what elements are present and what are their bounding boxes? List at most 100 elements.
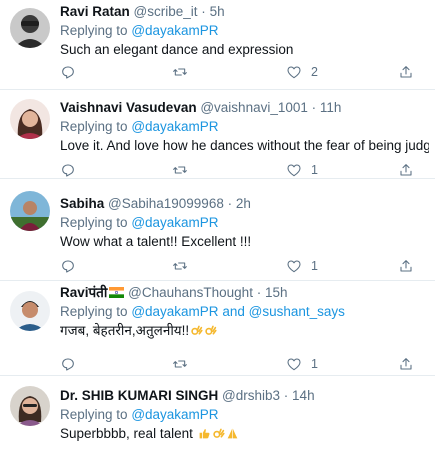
share-icon	[400, 66, 412, 78]
like-button[interactable]: 2	[286, 62, 318, 82]
author-name[interactable]: Raviपंती	[60, 285, 107, 300]
reply-button[interactable]	[60, 160, 85, 180]
avatar-image	[10, 8, 50, 48]
author-handle[interactable]: @ChauhansThought	[128, 285, 253, 300]
reply-button[interactable]	[60, 62, 85, 82]
tweet-actions: 1	[60, 256, 420, 276]
folded-hands-emoji-icon	[227, 428, 237, 439]
tweet[interactable]: Ravi Ratan @scribe_it · 5h Replying to @…	[0, 0, 435, 90]
author-handle[interactable]: @drshib3	[222, 388, 280, 403]
author-handle[interactable]: @Sabiha19099968	[108, 196, 224, 211]
mention-link[interactable]: @dayakamPR	[131, 23, 218, 38]
like-button[interactable]: 1	[286, 354, 318, 374]
separator-dot: ·	[311, 100, 317, 115]
avatar-image	[10, 291, 50, 331]
tweet-text: Superbbbb, real talent	[60, 426, 193, 441]
heart-icon	[287, 164, 301, 177]
author-handle[interactable]: @scribe_it	[134, 4, 198, 19]
author-name[interactable]: Dr. SHIB KUMARI SINGH	[60, 388, 218, 403]
mention-link[interactable]: @dayakamPR	[131, 215, 218, 230]
avatar[interactable]	[10, 99, 50, 139]
reply-icon	[62, 66, 74, 79]
author-name[interactable]: Vaishnavi Vasudevan	[60, 100, 197, 115]
share-button[interactable]	[398, 256, 414, 276]
retweet-button[interactable]	[172, 160, 197, 180]
tweet-actions: 2	[60, 62, 420, 82]
tweet-header: Sabiha @Sabiha19099968 · 2h	[60, 195, 429, 212]
replying-to-label: Replying to	[60, 23, 128, 38]
avatar-image	[10, 386, 50, 426]
author-name[interactable]: Sabiha	[60, 196, 104, 211]
tweet-header: Vaishnavi Vasudevan @vaishnavi_1001 · 11…	[60, 99, 429, 116]
replying-to: Replying to @dayakamPR	[60, 118, 429, 135]
avatar[interactable]	[10, 291, 50, 331]
tweet[interactable]: Vaishnavi Vasudevan @vaishnavi_1001 · 11…	[0, 90, 435, 179]
retweet-button[interactable]	[172, 62, 197, 82]
avatar-image	[10, 99, 50, 139]
reply-icon	[62, 358, 74, 371]
india-flag-icon	[109, 287, 125, 298]
retweet-icon	[173, 360, 187, 368]
reply-feed: Ravi Ratan @scribe_it · 5h Replying to @…	[0, 0, 435, 450]
timestamp[interactable]: 5h	[210, 4, 225, 19]
reply-button[interactable]	[60, 256, 85, 276]
mention-conjunction: and	[222, 304, 245, 319]
separator-dot: ·	[227, 196, 233, 211]
like-count: 1	[311, 259, 318, 273]
avatar[interactable]	[10, 191, 50, 231]
thumbs-up-emoji-icon	[199, 429, 210, 439]
tweet[interactable]: Sabiha @Sabiha19099968 · 2h Replying to …	[0, 179, 435, 281]
tweet-header: Ravi Ratan @scribe_it · 5h	[60, 3, 429, 20]
timestamp[interactable]: 2h	[236, 196, 251, 211]
share-button[interactable]	[398, 354, 414, 374]
author-name[interactable]: Ravi Ratan	[60, 4, 130, 19]
like-count: 1	[311, 163, 318, 177]
tweet-text-container: गजब, बेहतरीन,अतुलनीय!!	[60, 322, 429, 340]
like-count: 1	[311, 357, 318, 371]
timestamp[interactable]: 15h	[265, 285, 288, 300]
replying-to: Replying to @dayakamPR	[60, 22, 429, 39]
replying-to: Replying to @dayakamPR	[60, 214, 429, 231]
share-button[interactable]	[398, 160, 414, 180]
author-handle[interactable]: @vaishnavi_1001	[200, 100, 308, 115]
mention-link-2[interactable]: @sushant_says	[249, 304, 345, 319]
tweet-header: Dr. SHIB KUMARI SINGH @drshib3 · 14h	[60, 387, 429, 404]
avatar[interactable]	[10, 8, 50, 48]
mention-link[interactable]: @dayakamPR	[131, 119, 218, 134]
replying-to-label: Replying to	[60, 407, 128, 422]
replying-to: Replying to @dayakamPR and @sushant_says	[60, 303, 429, 320]
timestamp[interactable]: 14h	[292, 388, 315, 403]
like-button[interactable]: 1	[286, 256, 318, 276]
tweet-text: गजब, बेहतरीन,अतुलनीय!!	[60, 323, 190, 338]
tweet-text: Wow what a talent!! Excellent !!!	[60, 234, 252, 249]
tweet-text: Such an elegant dance and expression	[60, 42, 294, 57]
heart-icon	[287, 358, 301, 371]
retweet-button[interactable]	[172, 256, 197, 276]
mention-link[interactable]: @dayakamPR	[131, 407, 218, 422]
mention-link[interactable]: @dayakamPR	[131, 304, 218, 319]
retweet-button[interactable]	[172, 354, 197, 374]
avatar[interactable]	[10, 386, 50, 426]
avatar-image	[10, 191, 50, 231]
share-icon	[400, 358, 412, 370]
ok-hand-emoji-icon	[191, 325, 203, 335]
reply-icon	[62, 260, 74, 273]
replying-to-label: Replying to	[60, 304, 128, 319]
tweet[interactable]: Raviपंती @ChauhansThought · 15h Replying…	[0, 281, 435, 376]
replying-to: Replying to @dayakamPR	[60, 406, 429, 423]
share-icon	[400, 164, 412, 176]
timestamp[interactable]: 11h	[320, 100, 342, 115]
heart-icon	[287, 260, 301, 273]
tweet-header: Raviपंती @ChauhansThought · 15h	[60, 284, 429, 301]
share-button[interactable]	[398, 62, 414, 82]
tweet-actions: 1	[60, 160, 420, 180]
reply-button[interactable]	[60, 354, 85, 374]
replying-to-label: Replying to	[60, 215, 128, 230]
retweet-icon	[173, 262, 187, 270]
separator-dot: ·	[256, 285, 262, 300]
like-button[interactable]: 1	[286, 160, 318, 180]
heart-icon	[287, 66, 301, 79]
retweet-icon	[173, 166, 187, 174]
tweet[interactable]: Dr. SHIB KUMARI SINGH @drshib3 · 14h Rep…	[0, 376, 435, 450]
replying-to-label: Replying to	[60, 119, 128, 134]
